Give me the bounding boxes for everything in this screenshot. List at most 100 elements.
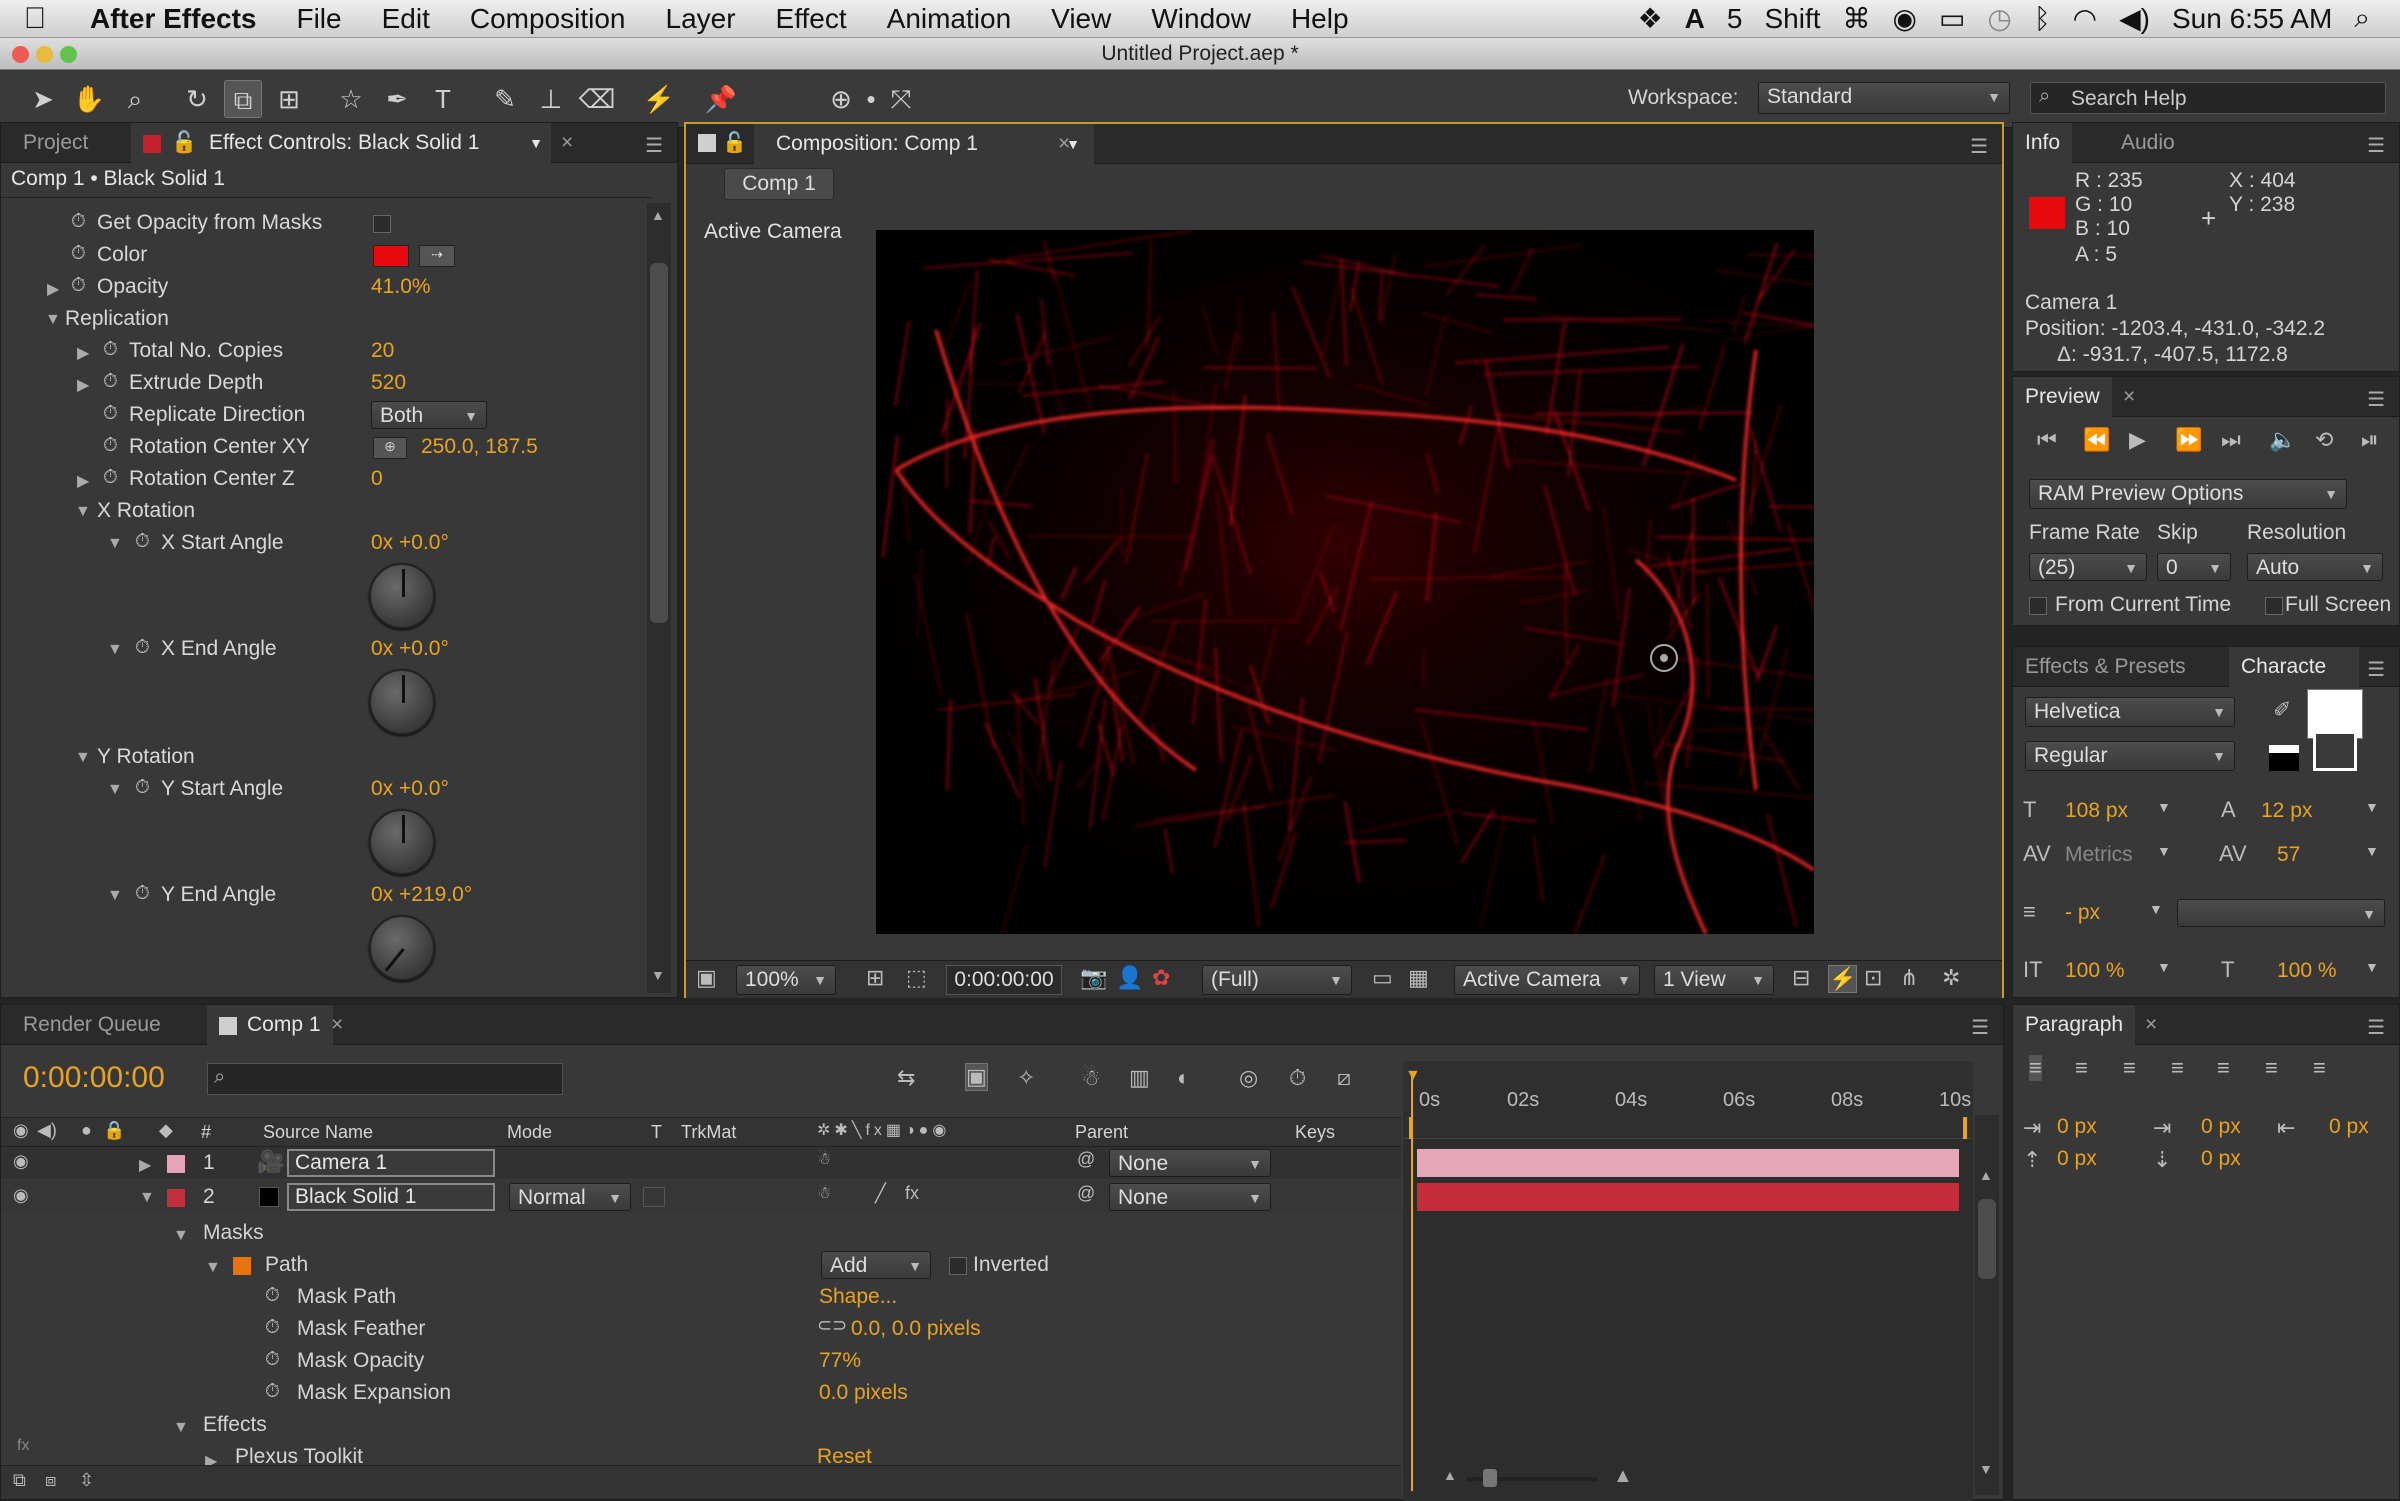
next-frame-icon[interactable]: ⏩ (2175, 427, 2202, 453)
stopwatch-icon[interactable]: ⏱ (135, 637, 150, 659)
layer-row[interactable]: ◉ ▶ 1 🎥 Camera 1 ☃ @ None (1, 1147, 1401, 1179)
transparency-grid-icon[interactable]: ▦ (1408, 965, 1429, 991)
previous-frame-icon[interactable]: ⏪ (2083, 427, 2110, 453)
x-start-angle-value[interactable]: 0x +0.0° (371, 531, 449, 555)
color-swatch[interactable] (373, 245, 409, 267)
resolution-select[interactable]: (Full) (1202, 965, 1352, 995)
collapse-triangle-icon[interactable]: ▼ (75, 503, 91, 521)
view-layout-select[interactable]: 1 View (1654, 965, 1774, 995)
justify-last-center-icon[interactable]: ≡ (2217, 1055, 2230, 1081)
lock-icon[interactable]: 🔓 (722, 130, 747, 155)
stopwatch-icon[interactable]: ⏱ (103, 435, 118, 457)
zoom-slider[interactable]: ▲ ▲ (1443, 1469, 1643, 1489)
solid-layer-bar[interactable] (1417, 1183, 1959, 1211)
from-current-time-checkbox[interactable] (2029, 597, 2047, 615)
adobe-icon[interactable]: A (1685, 3, 1705, 35)
timeline-icon[interactable]: ⊡ (1864, 965, 1882, 991)
eye-icon[interactable]: ◉ (13, 1151, 29, 1172)
font-family-select[interactable]: Helvetica (2025, 697, 2235, 727)
ram-preview-icon[interactable]: ⏯ (2361, 427, 2379, 453)
type-tool-icon[interactable]: T (424, 80, 462, 118)
stopwatch-icon[interactable]: ⏱ (265, 1285, 280, 1307)
tab-project[interactable]: Project (11, 123, 100, 163)
inverted-checkbox[interactable] (949, 1257, 967, 1275)
chevron-down-icon[interactable]: ▼ (2157, 799, 2171, 815)
auto-keyframe-icon[interactable]: ⏱ (1289, 1065, 1306, 1091)
comp-viewer[interactable] (876, 230, 1814, 934)
stopwatch-icon[interactable]: ⏱ (265, 1317, 280, 1339)
resolution-select[interactable]: Auto (2247, 553, 2383, 581)
motion-blur-icon[interactable]: ◐ (1177, 1065, 1190, 1091)
close-tab-icon[interactable]: × (2111, 377, 2147, 417)
view-axis-icon[interactable]: ⤧ (882, 80, 920, 118)
zoom-slider-thumb[interactable] (1483, 1469, 1497, 1487)
total-copies-value[interactable]: 20 (371, 339, 394, 363)
bluetooth-icon[interactable]: ᛒ (2034, 3, 2051, 35)
pen-tool-icon[interactable]: ✒ (378, 80, 416, 118)
time-graph[interactable]: 0s 02s 04s 06s 08s 10s ▼ ▲ ▲ (1403, 1061, 1973, 1501)
chevron-down-icon[interactable]: ▼ (529, 123, 543, 163)
frame-blending-icon[interactable]: ▥ (1129, 1065, 1150, 1091)
mask-mode-select[interactable]: Add (821, 1251, 931, 1279)
close-tab-icon[interactable]: × (1046, 124, 1082, 164)
play-icon[interactable]: ▶ (2129, 427, 2146, 453)
collapse-triangle-icon[interactable]: ▼ (107, 887, 123, 905)
menu-composition[interactable]: Composition (450, 3, 646, 35)
indent-first-value[interactable]: 0 px (2201, 1115, 2241, 1139)
crosshair-icon[interactable]: ⊕ (373, 437, 407, 459)
y-rotation-group[interactable]: Y Rotation (97, 745, 195, 769)
live-update-icon[interactable]: ▣ (965, 1063, 988, 1091)
blend-mode-select[interactable]: Normal (509, 1183, 631, 1211)
rotation-center-xy-value[interactable]: 250.0, 187.5 (421, 435, 538, 459)
flowchart-icon[interactable]: ⋔ (1900, 965, 1918, 991)
mask-color-icon[interactable] (233, 1257, 251, 1275)
3d-view-select[interactable]: Active Camera (1454, 965, 1640, 995)
collapse-triangle-icon[interactable]: ▼ (107, 535, 123, 553)
tab-effects-presets[interactable]: Effects & Presets (2013, 647, 2198, 687)
parent-select[interactable]: None (1109, 1183, 1271, 1211)
time-machine-icon[interactable]: ◷ (1987, 2, 2011, 35)
snapshot-icon[interactable]: 📷 (1080, 965, 1107, 991)
solo-icon[interactable]: ● (81, 1120, 92, 1141)
mask-prop-value[interactable]: Shape... (819, 1285, 897, 1309)
indent-left-value[interactable]: 0 px (2057, 1115, 2097, 1139)
expand-triangle-icon[interactable]: ▶ (77, 471, 89, 491)
justify-all-icon[interactable]: ≡ (2313, 1055, 2326, 1081)
panel-menu-icon[interactable]: ☰ (2367, 1015, 2385, 1040)
fx-switch-icon[interactable]: fx (905, 1183, 919, 1204)
label-color-icon[interactable] (167, 1155, 185, 1173)
menu-layer[interactable]: Layer (646, 3, 756, 35)
stroke-color-swatch[interactable] (2313, 731, 2357, 771)
roto-brush-tool-icon[interactable]: ⚡ (640, 80, 678, 118)
spotlight-icon[interactable]: ⌕ (2354, 2, 2370, 35)
selection-tool-icon[interactable]: ➤ (24, 80, 62, 118)
tab-paragraph[interactable]: Paragraph (2013, 1005, 2135, 1045)
video-switch-icon[interactable]: ◉ (13, 1120, 29, 1141)
pan-behind-tool-icon[interactable]: ⊞ (270, 80, 308, 118)
layer-switches-icon[interactable]: ⧉ (13, 1470, 26, 1491)
stroke-width-value[interactable]: - px (2065, 901, 2100, 925)
comp-mini-flowchart-icon[interactable]: ⇆ (897, 1065, 915, 1091)
x-start-angle-dial[interactable] (369, 563, 435, 629)
tab-effect-controls[interactable]: 🔓 Effect Controls: Black Solid 1 ▼ (131, 123, 551, 163)
horizontal-scale-value[interactable]: 100 % (2277, 959, 2337, 983)
rotate-tool-icon[interactable]: ↻ (178, 80, 216, 118)
x-end-angle-dial[interactable] (369, 669, 435, 735)
first-frame-icon[interactable]: ⏮ (2037, 427, 2057, 453)
stopwatch-icon[interactable]: ⏱ (135, 531, 150, 553)
effect-controls-scrollbar[interactable]: ▲ ▼ (647, 203, 671, 993)
stopwatch-icon[interactable]: ⏱ (71, 243, 86, 265)
audio-icon[interactable]: 🔈 (2269, 427, 2296, 453)
stopwatch-icon[interactable]: ⏱ (135, 883, 150, 905)
scrollbar-thumb[interactable] (650, 263, 668, 623)
collapse-triangle-icon[interactable]: ▼ (139, 1189, 155, 1207)
stopwatch-icon[interactable]: ⏱ (71, 211, 86, 233)
y-end-angle-dial[interactable] (369, 915, 435, 981)
panel-menu-icon[interactable]: ☰ (645, 133, 663, 158)
vertical-scale-value[interactable]: 100 % (2065, 959, 2125, 983)
lock-icon[interactable]: 🔓 (171, 123, 197, 163)
eyedropper-icon[interactable]: ⇢ (419, 245, 455, 267)
clock[interactable]: Sun 6:55 AM (2172, 3, 2332, 35)
clone-stamp-tool-icon[interactable]: ⊥ (532, 80, 570, 118)
always-preview-icon[interactable]: ▣ (696, 965, 717, 991)
